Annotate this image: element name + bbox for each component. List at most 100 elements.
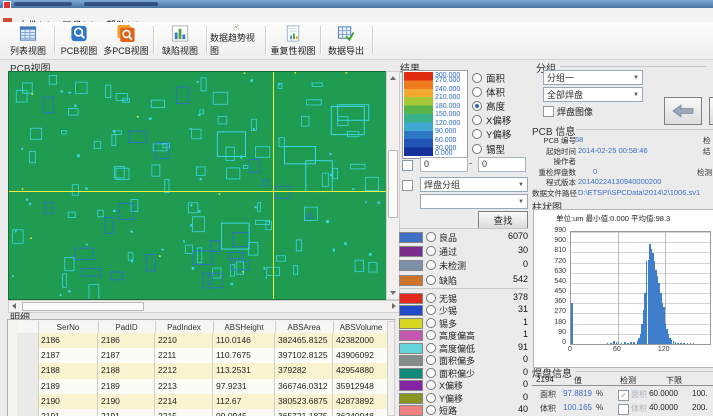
scrollbar-thumb[interactable] [388,150,398,218]
radio-icon [426,368,436,378]
color-swatch [399,275,423,286]
pcb-horizontal-scrollbar[interactable] [8,300,400,313]
group-panel-rule [560,66,707,67]
legend-item[interactable]: 良品6070 [399,231,528,243]
legend-item[interactable]: 面积偏少0 [399,367,528,379]
y-tick-label: 900 [544,237,566,244]
crosshair-vertical [273,72,274,299]
legend-item-count: 30 [518,245,528,255]
table-row[interactable]: 219021902214112.67380523.687542873892 [17,394,389,410]
pad-image-checkbox[interactable] [543,106,554,117]
range-filter-checkbox[interactable] [402,160,413,171]
table-cell: 2215 [155,409,213,416]
legend-item-label: 锡多 [439,317,457,330]
legend-item[interactable]: 通过30 [399,245,528,257]
colorbar-tick-label: 120.000 [435,120,460,127]
colorbar-ticks: 300.000270.000240.000210.000180.000150.0… [435,72,466,157]
toolbar-button-list-view[interactable]: 列表视图 [6,24,50,57]
legend-item[interactable]: 少锡31 [399,304,528,316]
previous-pcb-button[interactable] [664,97,702,125]
y-tick-label: 630 [544,268,566,275]
group-select-dropdown[interactable]: 分组一▼ [543,70,643,85]
table-row[interactable]: 218721872211110.7675397102.812543906092 [17,348,389,364]
table-row[interactable]: 218621862210110.0146382465.812542382000 [17,333,389,349]
y-tick-label: 360 [544,298,566,305]
legend-item[interactable]: 高度偏高1 [399,329,528,341]
range-dash: - [469,158,472,168]
gridline [571,232,710,233]
table-cell: 99.0945 [213,409,275,416]
legend-item[interactable]: 面积偏多0 [399,354,528,366]
toolbar-button-trend-view[interactable]: 数据趋势视图 [210,24,262,57]
colorbar-tick-label: 180.000 [435,103,460,110]
metric-option[interactable]: 面积 [472,71,505,84]
radio-icon [426,405,436,415]
toolbar-button-label: 缺陷视图 [162,44,198,57]
metric-option[interactable]: Y偏移 [472,128,511,141]
legend-item[interactable]: 未检测0 [399,259,528,271]
range-from-input[interactable]: 0 [420,157,468,172]
pcb-info-rule [576,129,713,130]
radio-icon [426,260,436,270]
toolbar-button-data-export[interactable]: 数据导出 [324,24,368,57]
legend-item[interactable]: X偏移0 [399,379,528,391]
pcb-info-row: 重检焊盘数0检测 [532,167,713,177]
x-tick-label: 60 [609,346,625,353]
legend-item-count: 0 [523,367,528,377]
scroll-right-icon[interactable] [392,303,396,309]
colorbar-tick-label: 240.000 [435,86,460,93]
metric-option[interactable]: 锡型 [472,142,505,155]
pad-select-dropdown[interactable]: 全部焊盘▼ [543,87,643,102]
y-tick-label: 720 [544,258,566,265]
scroll-up-icon[interactable] [390,76,396,80]
range-to-input[interactable]: 0 [478,157,526,172]
scroll-down-icon[interactable] [390,291,396,295]
menubar: 文件(F) 工具(T) 帮助(H) [0,8,713,22]
metric-option[interactable]: 体积 [472,85,505,98]
pad-group-dropdown[interactable]: 焊盘分组▼ [420,177,528,192]
pcb-info-value: 20140224130940000200 [578,177,661,186]
legend-item[interactable]: 无锡378 [399,292,528,304]
pad-group-checkbox[interactable] [402,180,413,191]
histogram-bar [693,343,695,344]
legend-item[interactable]: 锡多1 [399,317,528,329]
gridline [571,293,710,294]
y-tick-label: 810 [544,247,566,254]
toolbar-button-defect-view[interactable]: 缺陷视图 [157,24,203,57]
legend-item[interactable]: 短路40 [399,404,528,416]
histogram-bar [624,342,626,344]
detail-table: SerNoPadIDPadIndexABSHeightABSAreaABSVol… [7,319,395,416]
metric-option[interactable]: X偏移 [472,114,511,127]
scrollbar-thumb[interactable] [22,302,144,311]
window-title-suffix [84,2,158,6]
table-row[interactable]: 21892189221397.9231366746.031235912948 [17,379,389,395]
color-swatch [399,330,423,341]
pad-metric-label: 面积 [532,389,556,400]
pcb-canvas[interactable] [8,71,387,300]
color-swatch [399,232,423,243]
toolbar-button-pcb-view[interactable]: PCB视图 [58,24,100,57]
pad-check-checkbox[interactable] [618,404,629,415]
next-pcb-button-clipped[interactable] [709,97,713,125]
legend-item-count: 542 [513,274,528,284]
legend-item[interactable]: 高度偏低91 [399,342,528,354]
toolbar-separator [153,26,155,54]
window-title [14,2,72,6]
toolbar-separator [54,26,56,54]
table-row[interactable]: 218821882212113.253137928242954880 [17,363,389,379]
table-row[interactable]: 21912191221599.0945365721.187536240948 [17,409,389,416]
toolbar-button-multi-pcb-view[interactable]: 多PCB视图 [102,24,150,57]
detail-table-scrollbar[interactable] [387,321,395,416]
height-colorbar: 300.000270.000240.000210.000180.000150.0… [402,70,468,159]
search-button[interactable]: 查找 [478,211,528,229]
pad-check-checkbox[interactable]: ✓ [618,390,629,401]
gridline [571,283,710,284]
legend-item[interactable]: Y偏移0 [399,392,528,404]
toolbar-button-repeat-view[interactable]: 重复性视图 [269,24,317,57]
toolbar-separator [320,26,322,54]
metric-option[interactable]: 高度 [472,99,505,112]
pcb-vertical-scrollbar[interactable] [386,71,400,300]
legend-item[interactable]: 缺陷542 [399,274,528,286]
pad-subgroup-dropdown[interactable]: ▼ [420,194,528,209]
colorbar-tick-label: 0.000 [435,150,453,157]
